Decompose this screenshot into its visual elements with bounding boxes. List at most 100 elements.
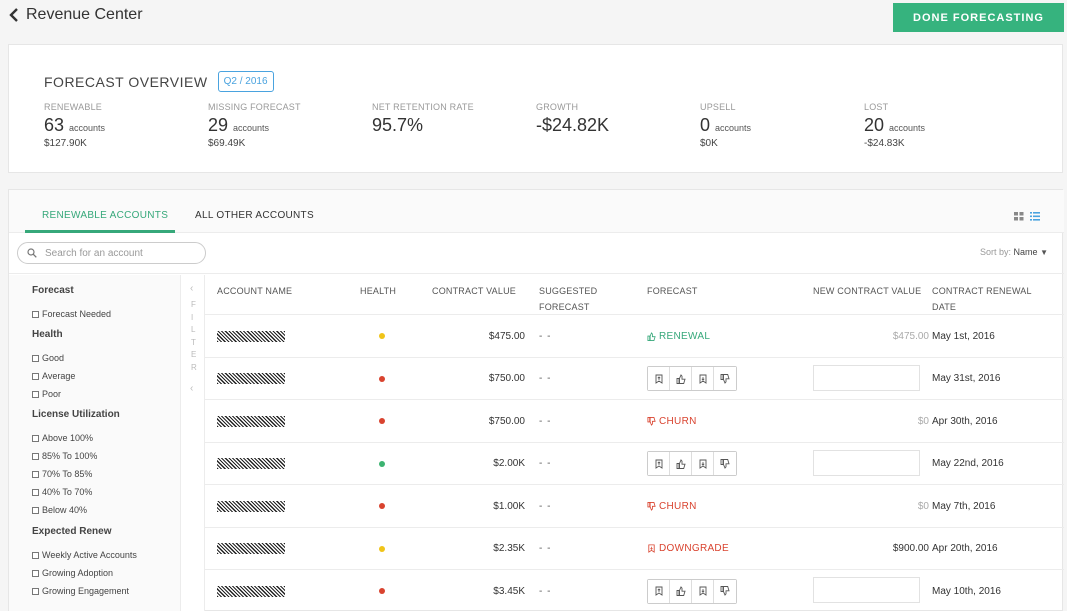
filter-option[interactable]: Good [32, 349, 75, 367]
col-suggested-forecast[interactable]: SUGGESTED FORECAST [539, 283, 597, 315]
checkbox[interactable] [32, 470, 39, 478]
table-row[interactable]: $3.45K - - May 10th, 2016 [205, 569, 1064, 611]
new-contract-value-input[interactable] [813, 449, 920, 476]
col-contract-renewal-date[interactable]: CONTRACT RENEWAL DATE [932, 283, 1032, 315]
forecast-thumbs-down-button[interactable] [714, 452, 736, 475]
forecast-label[interactable]: DOWNGRADE [647, 543, 729, 554]
col-new-contract-value[interactable]: NEW CONTRACT VALUE [813, 283, 921, 299]
forecast-upsell-button[interactable] [648, 579, 670, 603]
account-name-redacted[interactable] [217, 358, 285, 400]
forecast-thumbs-up-button[interactable] [670, 452, 692, 475]
col-contract-value[interactable]: CONTRACT VALUE [432, 283, 516, 299]
overview-title: FORECAST OVERVIEW [44, 73, 208, 90]
renewal-date: May 7th, 2016 [932, 500, 996, 512]
account-name-redacted[interactable] [217, 528, 285, 570]
metric-upsell: UPSELL 0 accounts $0K [700, 102, 752, 149]
caret-down-icon: ▼ [1040, 248, 1048, 257]
forecast-downgrade-button[interactable] [692, 367, 714, 390]
filter-option[interactable]: Poor [32, 385, 75, 403]
redacted-text [217, 415, 285, 427]
health-dot [379, 460, 385, 467]
checkbox[interactable] [32, 569, 39, 577]
checkbox[interactable] [32, 506, 39, 514]
done-forecasting-button[interactable]: DONE FORECASTING [893, 3, 1064, 32]
checkbox[interactable] [32, 488, 39, 496]
checkbox[interactable] [32, 372, 39, 380]
health-indicator [379, 570, 385, 611]
forecast-thumbs-down-button[interactable] [714, 579, 736, 603]
account-name-redacted[interactable] [217, 315, 285, 357]
thumbs-down-icon [720, 586, 730, 596]
filter-option[interactable]: Above 100% [32, 429, 120, 447]
metric-lost: LOST 20 accounts -$24.83K [864, 102, 926, 149]
sort-dropdown[interactable]: Sort by: Name ▼ [980, 247, 1048, 257]
forecast-cell [647, 443, 737, 485]
filter-collapse-strip[interactable]: ‹ FILTER ‹ [181, 275, 205, 611]
forecast-thumbs-down-button[interactable] [714, 367, 736, 390]
table-row[interactable]: $750.00 - - CHURN $0 Apr 30th, 2016 [205, 399, 1064, 441]
filter-option[interactable]: Weekly Active Accounts [32, 546, 137, 564]
accounts-panel: RENEWABLE ACCOUNTS ALL OTHER ACCOUNTS So… [8, 189, 1064, 611]
list-view-icon[interactable] [1030, 212, 1040, 221]
suggested-forecast: - - [539, 373, 552, 384]
account-name-redacted[interactable] [217, 485, 285, 527]
period-badge[interactable]: Q2 / 2016 [217, 71, 274, 92]
account-name-redacted[interactable] [217, 443, 285, 485]
forecast-label[interactable]: CHURN [647, 501, 697, 512]
contract-value: $750.00 [488, 373, 525, 384]
filter-option[interactable]: 85% To 100% [32, 447, 120, 465]
forecast-button-group [647, 578, 737, 604]
thumbs-up-icon [676, 586, 686, 596]
forecast-upsell-button[interactable] [648, 452, 670, 475]
account-name-redacted[interactable] [217, 570, 285, 611]
table-row[interactable]: $1.00K - - CHURN $0 May 7th, 2016 [205, 484, 1064, 526]
search-input[interactable] [45, 247, 195, 259]
account-name-redacted[interactable] [217, 400, 285, 442]
checkbox[interactable] [32, 310, 39, 318]
filter-option[interactable]: Growing Engagement [32, 582, 137, 600]
forecast-label[interactable]: CHURN [647, 416, 697, 427]
tab-renewable-accounts[interactable]: RENEWABLE ACCOUNTS [42, 210, 168, 221]
account-search[interactable] [17, 242, 206, 264]
table-row[interactable]: $2.00K - - May 22nd, 2016 [205, 441, 1064, 485]
view-toggle [1014, 212, 1040, 221]
back-link[interactable]: Revenue Center [8, 6, 143, 24]
filter-option[interactable]: Forecast Needed [32, 305, 111, 323]
filter-option[interactable]: Below 40% [32, 501, 120, 519]
forecast-upsell-button[interactable] [648, 367, 670, 390]
forecast-thumbs-up-button[interactable] [670, 579, 692, 603]
forecast-downgrade-button[interactable] [692, 579, 714, 603]
checkbox[interactable] [32, 452, 39, 460]
forecast-downgrade-button[interactable] [692, 452, 714, 475]
col-health[interactable]: HEALTH [360, 283, 396, 299]
downgrade-icon [699, 586, 706, 596]
checkbox[interactable] [32, 354, 39, 362]
health-indicator [379, 443, 385, 485]
filter-option[interactable]: 70% To 85% [32, 465, 120, 483]
table-row[interactable]: $475.00- - RENEWAL $475.00 May 1st, 2016 [205, 314, 1064, 356]
filter-option[interactable]: Growing Adoption [32, 564, 137, 582]
filter-option[interactable]: 40% To 70% [32, 483, 120, 501]
filter-option[interactable]: Average [32, 367, 75, 385]
table-row[interactable]: $2.35K - - DOWNGRADE $900.00 Apr 20th, 2016 [205, 526, 1064, 570]
forecast-thumbs-up-button[interactable] [670, 367, 692, 390]
contract-value: $2.00K [493, 458, 525, 469]
checkbox[interactable] [32, 587, 39, 595]
forecast-label[interactable]: RENEWAL [647, 331, 710, 342]
chevron-left-icon[interactable]: ‹ [190, 283, 193, 294]
checkbox[interactable] [32, 390, 39, 398]
checkbox[interactable] [32, 434, 39, 442]
accounts-table: ACCOUNT NAME HEALTH CONTRACT VALUE SUGGE… [205, 275, 1064, 611]
col-forecast[interactable]: FORECAST [647, 283, 698, 299]
forecast-button-group [647, 451, 737, 476]
filter-group-forecast: Forecast Forecast Needed [32, 285, 111, 323]
grid-view-icon[interactable] [1014, 212, 1024, 221]
checkbox[interactable] [32, 551, 39, 559]
chevron-left-icon[interactable]: ‹ [190, 383, 193, 394]
tab-all-other-accounts[interactable]: ALL OTHER ACCOUNTS [195, 210, 314, 221]
table-row[interactable]: $750.00 - - May 31st, 2016 [205, 356, 1064, 400]
new-contract-value-input[interactable] [813, 364, 920, 391]
col-account-name[interactable]: ACCOUNT NAME [217, 283, 292, 299]
tab-bar: RENEWABLE ACCOUNTS ALL OTHER ACCOUNTS [9, 190, 1064, 233]
new-contract-value-input[interactable] [813, 577, 920, 603]
